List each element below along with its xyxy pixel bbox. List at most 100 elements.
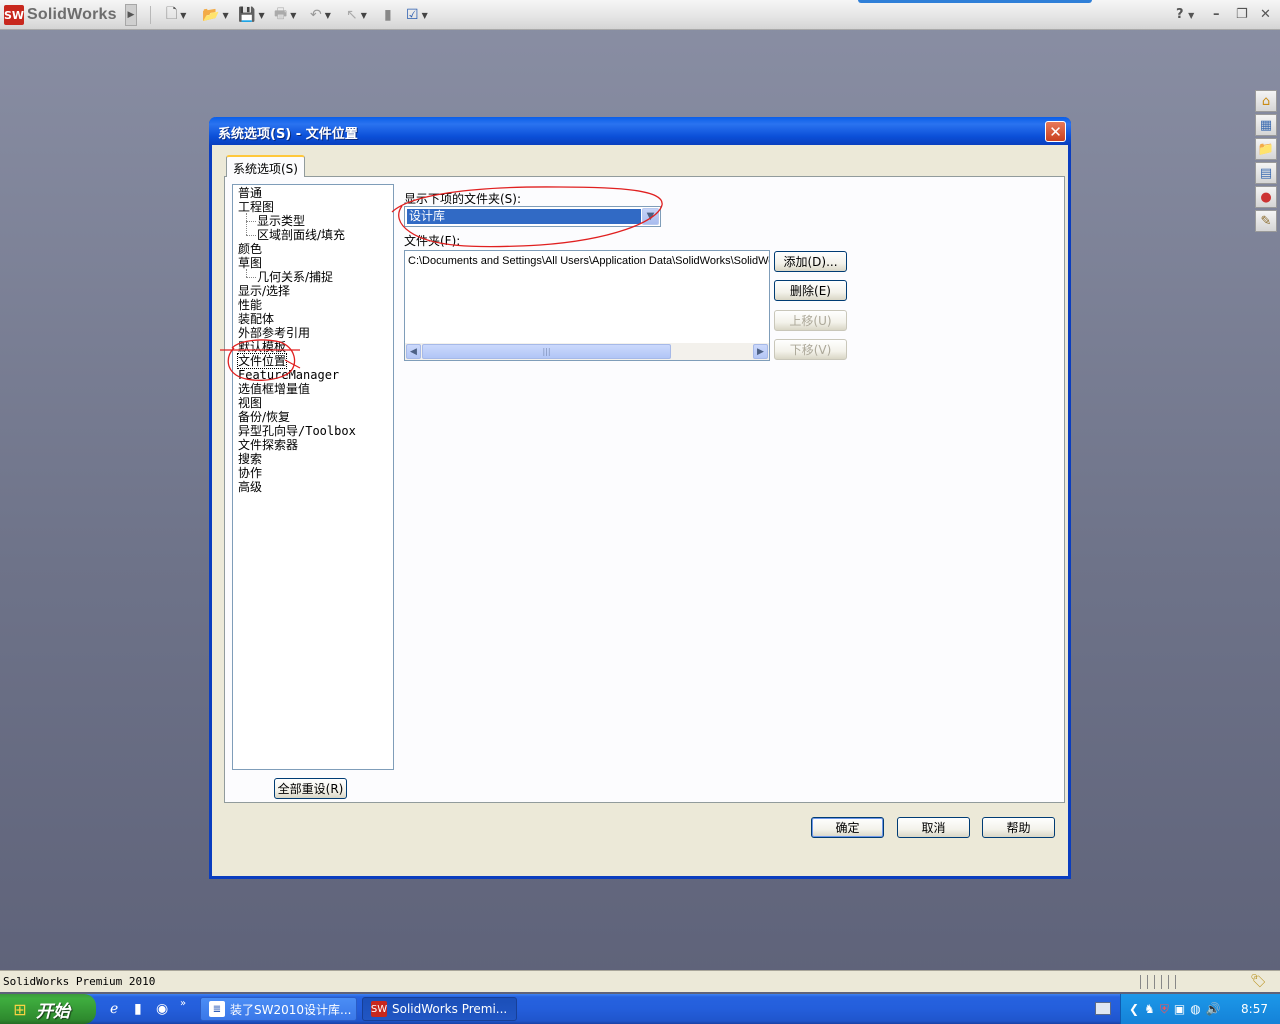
dialog-titlebar[interactable]: 系统选项(S) - 文件位置 ✕ xyxy=(209,117,1071,145)
help-question-icon: ? xyxy=(1176,7,1184,22)
tree-connector xyxy=(246,213,247,235)
close-icon: ✕ xyxy=(1260,7,1271,22)
tree-item[interactable]: 几何关系/捕捉 xyxy=(257,270,333,284)
tree-item[interactable]: 文件位置 xyxy=(236,353,288,369)
qq-tray-icon[interactable]: ♞ xyxy=(1144,1002,1155,1016)
tree-item[interactable]: 普通 xyxy=(238,186,262,200)
solidworks-logo-icon: SW xyxy=(4,5,24,25)
open-folder-icon: 📂 xyxy=(202,7,220,23)
folders-list[interactable]: C:\Documents and Settings\All Users\Appl… xyxy=(404,250,770,361)
move-up-button[interactable]: 上移(U) xyxy=(774,310,847,331)
save-button[interactable]: 💾 ▼ xyxy=(238,6,265,24)
rebuild-button[interactable]: ▮ xyxy=(384,6,392,24)
scroll-left-icon[interactable]: ◀ xyxy=(406,344,421,359)
close-icon: ✕ xyxy=(1049,122,1062,141)
task-button-browser[interactable]: ≣ 装了SW2010设计库... xyxy=(200,997,357,1021)
chevron-down-icon[interactable]: ▼ xyxy=(642,208,659,225)
tree-item[interactable]: 显示类型 xyxy=(257,214,305,228)
print-button[interactable]: 🖶 ▼ xyxy=(274,6,296,24)
options-button[interactable]: ☑ ▼ xyxy=(406,6,428,24)
volume-icon[interactable]: 🔊 xyxy=(1206,1002,1221,1016)
options-checklist-icon: ☑ xyxy=(406,7,419,23)
add-folder-button[interactable]: 添加(D)... xyxy=(774,251,847,272)
media-player-icon[interactable]: ▮ xyxy=(134,1001,142,1017)
tree-item[interactable]: 草图 xyxy=(238,256,262,270)
folders-label: 文件夹(F): xyxy=(404,234,461,248)
restore-button[interactable]: ❐ xyxy=(1236,7,1248,22)
network-icon[interactable]: ▣ xyxy=(1174,1002,1185,1016)
tree-item[interactable]: 性能 xyxy=(238,298,262,312)
task-label: 装了SW2010设计库... xyxy=(230,1002,352,1017)
tree-connector xyxy=(246,221,256,222)
home-icon[interactable]: ⌂ xyxy=(1255,90,1277,112)
close-app-button[interactable]: ✕ xyxy=(1260,7,1271,22)
minimize-button[interactable]: – xyxy=(1213,7,1220,22)
tree-item[interactable]: 文件探索器 xyxy=(238,438,298,452)
qq-icon[interactable]: ◉ xyxy=(156,1001,168,1017)
help-dialog-button[interactable]: 帮助 xyxy=(982,817,1055,838)
status-text: SolidWorks Premium 2010 xyxy=(3,975,156,988)
tree-item[interactable]: 颜色 xyxy=(238,242,262,256)
select-button[interactable]: ↖ ▼ xyxy=(346,6,367,24)
task-label: SolidWorks Premi... xyxy=(392,1002,508,1016)
tree-item[interactable]: FeatureManager xyxy=(238,368,339,382)
tree-item[interactable]: 高级 xyxy=(238,480,262,494)
solidworks-icon: SW xyxy=(371,1001,387,1017)
scroll-thumb[interactable]: ||| xyxy=(422,344,671,359)
taskbar: ⊞ 开始 ℯ ▮ ◉ » ≣ 装了SW2010设计库... SW SolidWo… xyxy=(0,994,1280,1024)
tree-item[interactable]: 外部参考引用 xyxy=(238,326,310,340)
tree-connector xyxy=(246,235,256,236)
tree-item[interactable]: 工程图 xyxy=(238,200,274,214)
view-palette-icon[interactable]: ▤ xyxy=(1255,162,1277,184)
file-explorer-icon[interactable]: 📁 xyxy=(1255,138,1277,160)
ok-button[interactable]: 确定 xyxy=(811,817,884,838)
tree-item[interactable]: 异型孔向导/Toolbox xyxy=(238,424,356,438)
show-folders-value: 设计库 xyxy=(407,209,641,224)
app-logo-text: SolidWorks xyxy=(27,6,117,23)
design-library-icon[interactable]: ▦ xyxy=(1255,114,1277,136)
cancel-button[interactable]: 取消 xyxy=(897,817,970,838)
antivirus-shield-icon[interactable]: ⛨ xyxy=(1160,1002,1169,1017)
tag-icon[interactable]: 🏷 xyxy=(1250,974,1267,989)
tree-item[interactable]: 协作 xyxy=(238,466,262,480)
security-center-icon[interactable]: ◍ xyxy=(1190,1002,1200,1016)
appearances-icon[interactable]: ● xyxy=(1255,186,1277,208)
tree-item[interactable]: 装配体 xyxy=(238,312,274,326)
move-down-button[interactable]: 下移(V) xyxy=(774,339,847,360)
keyboard-icon[interactable] xyxy=(1095,1002,1111,1015)
show-folders-select[interactable]: 设计库 ▼ xyxy=(404,206,661,227)
tree-item[interactable]: 视图 xyxy=(238,396,262,410)
scroll-right-icon[interactable]: ▶ xyxy=(753,344,768,359)
tree-item[interactable]: 默认模板 xyxy=(238,340,286,354)
tree-item[interactable]: 区域剖面线/填充 xyxy=(257,228,345,242)
options-tree[interactable]: 普通 工程图 显示类型 区域剖面线/填充 颜色 草图 几何关系/捕捉 显示/选择 性能 装配体 外部… xyxy=(232,184,394,770)
quicklaunch-expand-icon[interactable]: » xyxy=(180,998,186,1009)
tree-item[interactable]: 显示/选择 xyxy=(238,284,290,298)
tree-item[interactable]: 选值框增量值 xyxy=(238,382,310,396)
new-document-button[interactable]: 🗋 ▼ xyxy=(166,6,186,24)
custom-properties-icon[interactable]: ✎ xyxy=(1255,210,1277,232)
status-indicator-bars xyxy=(1140,975,1180,989)
task-pane-tabs: ⌂ ▦ 📁 ▤ ● ✎ xyxy=(1255,90,1279,234)
start-button[interactable]: ⊞ 开始 xyxy=(0,994,96,1024)
clock: 8:57 xyxy=(1241,1002,1268,1016)
tab-system-options[interactable]: 系统选项(S) xyxy=(226,155,305,177)
open-button[interactable]: 📂 ▼ xyxy=(202,6,229,24)
folder-path-item[interactable]: C:\Documents and Settings\All Users\Appl… xyxy=(408,255,769,267)
reset-all-button[interactable]: 全部重设(R) xyxy=(274,778,347,799)
help-button[interactable]: ? ▼ xyxy=(1176,7,1194,22)
tree-connector xyxy=(246,269,247,277)
ie-icon[interactable]: ℯ xyxy=(110,1001,118,1017)
tray-expand-icon[interactable]: ❮ xyxy=(1129,1002,1139,1016)
task-button-solidworks[interactable]: SW SolidWorks Premi... xyxy=(362,997,517,1021)
menu-expand-arrow-icon[interactable]: ▶ xyxy=(125,4,137,26)
status-bar: SolidWorks Premium 2010 🏷 xyxy=(0,970,1280,992)
undo-button[interactable]: ↶ ▼ xyxy=(310,6,331,24)
dialog-close-button[interactable]: ✕ xyxy=(1045,121,1066,142)
delete-folder-button[interactable]: 删除(E) xyxy=(774,280,847,301)
tree-item[interactable]: 备份/恢复 xyxy=(238,410,290,424)
horizontal-scrollbar[interactable]: ◀ ||| ▶ xyxy=(405,343,769,360)
toolbar-separator xyxy=(150,6,151,24)
new-document-icon: 🗋 xyxy=(166,6,178,22)
tree-item[interactable]: 搜索 xyxy=(238,452,262,466)
